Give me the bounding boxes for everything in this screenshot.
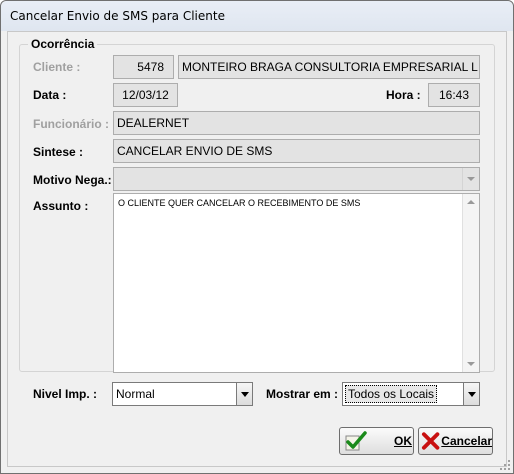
nivel-select[interactable]: Normal [112,382,253,406]
arrow-down-icon [467,362,475,366]
assunto-scrollbar[interactable] [462,194,479,372]
group-title: Ocorrência [28,37,98,51]
motivo-combo[interactable] [113,167,480,191]
cancel-button[interactable]: Cancelar [418,427,493,455]
hora-field[interactable]: 16:43 [428,83,480,107]
assunto-label: Assunto : [33,199,89,213]
chevron-down-icon [240,391,249,397]
nivel-dropdown-button[interactable] [236,382,253,406]
cliente-name-field: MONTEIRO BRAGA CONSULTORIA EMPRESARIAL L [178,55,480,79]
resize-grip-icon[interactable] [499,459,511,471]
cliente-code-field: 5478 [113,55,174,79]
mostrar-dropdown-button[interactable] [463,382,480,406]
arrow-up-icon [467,200,475,204]
data-label: Data : [33,88,67,102]
cancel-button-label: Cancelar [441,434,492,448]
cliente-label: Cliente : [33,60,81,74]
hora-label: Hora : [386,88,421,102]
mostrar-selected-value: Todos os Locais [345,385,438,403]
assunto-textarea[interactable]: O CLIENTE QUER CANCELAR O RECEBIMENTO DE… [113,193,480,373]
motivo-dropdown-button[interactable] [462,168,479,190]
ok-button[interactable]: OK [339,427,414,455]
green-checkmark-icon [345,431,367,451]
assunto-text: O CLIENTE QUER CANCELAR O RECEBIMENTO DE… [118,198,361,208]
ok-button-label: OK [394,434,412,448]
chevron-down-icon [467,391,476,397]
window-title: Cancelar Envio de SMS para Cliente [10,9,225,23]
motivo-label: Motivo Nega.: [33,173,112,187]
scroll-down-button[interactable] [463,356,479,372]
funcionario-label: Funcionário : [33,117,109,131]
funcionario-field: DEALERNET [113,111,480,135]
mostrar-label: Mostrar em : [266,387,339,401]
red-x-icon [421,432,440,450]
mostrar-select[interactable]: Todos os Locais [342,382,480,406]
scroll-up-button[interactable] [463,194,479,210]
nivel-label: Nivel Imp. : [33,387,98,401]
chevron-down-icon [467,177,475,181]
sintese-field[interactable]: CANCELAR ENVIO DE SMS [113,139,480,163]
sintese-label: Sintese : [33,145,84,159]
nivel-selected-value: Normal [116,387,155,401]
data-field[interactable]: 12/03/12 [113,83,178,107]
title-bar[interactable]: Cancelar Envio de SMS para Cliente [1,1,513,31]
